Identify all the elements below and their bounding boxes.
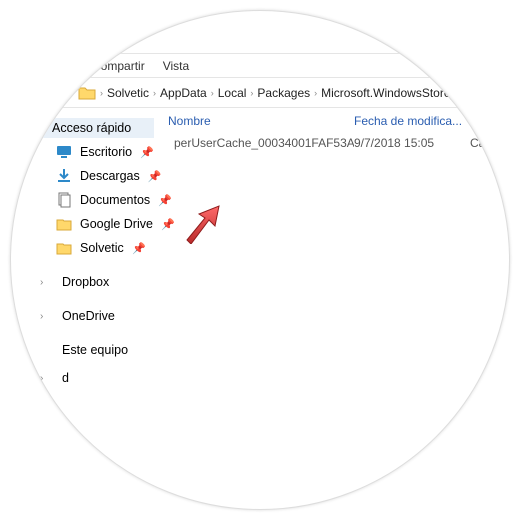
sidebar-item-label: Solvetic [80, 241, 124, 255]
documents-icon [56, 192, 72, 208]
sidebar-item-solvetic[interactable]: Solvetic 📌 [10, 236, 154, 260]
chevron-right-icon: › [314, 88, 317, 98]
chevron-right-icon: › [40, 311, 50, 322]
gdrive-icon [56, 216, 72, 232]
chevron-right-icon: › [40, 277, 50, 288]
title-text: ache [56, 33, 82, 47]
sidebar-item-label: Google Drive [80, 217, 153, 231]
window-title: ache [10, 26, 510, 54]
chevron-right-icon: › [211, 88, 214, 98]
breadcrumb-segment[interactable]: Local [218, 86, 247, 100]
downloads-icon [56, 168, 72, 184]
ribbon-tabs: icio Compartir Vista [10, 54, 510, 78]
breadcrumb[interactable]: › Solvetic › AppData › Local › Packages … [100, 86, 510, 100]
sidebar-item-onedrive[interactable]: › OneDrive [10, 304, 154, 328]
content-area: Acceso rápido Escritorio 📌 Descargas 📌 D… [10, 108, 510, 390]
sidebar-item-label: d [62, 371, 69, 385]
column-header-name[interactable]: Nombre [154, 114, 354, 128]
tab-home-fragment[interactable]: icio [56, 54, 74, 77]
sidebar-item-label: OneDrive [62, 309, 115, 323]
column-header-type[interactable]: Tipo [470, 114, 493, 128]
file-list-pane: Nombre Fecha de modifica... Tipo perUser… [154, 108, 510, 390]
file-type: Carpeta de archi [470, 136, 510, 150]
sidebar-item-drive-d[interactable]: › d [10, 366, 154, 390]
sidebar-item-documents[interactable]: Documentos 📌 [10, 188, 154, 212]
chevron-right-icon: › [100, 88, 103, 98]
folder-icon [78, 85, 96, 101]
tab-view[interactable]: Vista [163, 54, 189, 77]
file-date: 9/7/2018 15:05 [354, 136, 470, 150]
pin-icon: 📌 [140, 146, 154, 159]
file-name: perUserCache_00034001FAF53A00 [174, 136, 354, 150]
sidebar-item-label: Escritorio [80, 145, 132, 159]
desktop-icon [56, 144, 72, 160]
file-name-cell: perUserCache_00034001FAF53A00 [154, 136, 354, 150]
explorer-window: ache icio Compartir Vista ↑ › Solvetic ›… [10, 26, 510, 390]
sidebar-item-label: Dropbox [62, 275, 109, 289]
folder-icon [56, 240, 72, 256]
sidebar-item-label: Descargas [80, 169, 140, 183]
sidebar-item-desktop[interactable]: Escritorio 📌 [10, 140, 154, 164]
tab-share[interactable]: Compartir [92, 54, 145, 77]
column-headers: Nombre Fecha de modifica... Tipo [154, 114, 510, 132]
breadcrumb-segment[interactable]: Solvetic [107, 86, 149, 100]
sidebar-item-this-pc[interactable]: Este equipo [10, 338, 154, 362]
column-header-modified[interactable]: Fecha de modifica... [354, 114, 470, 128]
sidebar-item-downloads[interactable]: Descargas 📌 [10, 164, 154, 188]
chevron-right-icon: › [40, 373, 50, 384]
breadcrumb-segment[interactable]: Packages [257, 86, 310, 100]
sidebar-item-label: Este equipo [62, 343, 128, 357]
sidebar-item-dropbox[interactable]: › Dropbox [10, 270, 154, 294]
pin-icon: 📌 [132, 242, 146, 255]
navigation-pane: Acceso rápido Escritorio 📌 Descargas 📌 D… [10, 108, 154, 390]
up-button[interactable]: ↑ [52, 82, 74, 104]
address-bar: ↑ › Solvetic › AppData › Local › Package… [10, 78, 510, 108]
file-row[interactable]: perUserCache_00034001FAF53A00 9/7/2018 1… [154, 132, 510, 154]
breadcrumb-segment[interactable]: AppData [160, 86, 207, 100]
quick-access-header[interactable]: Acceso rápido [10, 118, 154, 138]
breadcrumb-segment[interactable]: Microsoft.WindowsStore_8wekyb3d8bbw [321, 86, 510, 100]
chevron-right-icon: › [250, 88, 253, 98]
chevron-right-icon: › [153, 88, 156, 98]
sidebar-item-gdrive[interactable]: Google Drive 📌 [10, 212, 154, 236]
sidebar-item-label: Documentos [80, 193, 150, 207]
